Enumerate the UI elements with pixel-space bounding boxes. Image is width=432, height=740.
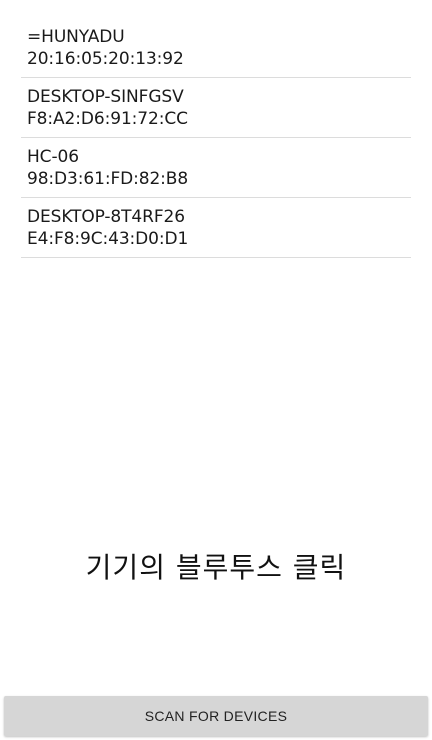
device-address: 98:D3:61:FD:82:B8 — [27, 169, 189, 189]
scan-for-devices-button[interactable]: SCAN FOR DEVICES — [4, 696, 428, 736]
device-list-item[interactable]: DESKTOP-SINFGSV F8:A2:D6:91:72:CC — [21, 78, 411, 138]
device-name: DESKTOP-SINFGSV — [27, 87, 184, 107]
device-address: 20:16:05:20:13:92 — [27, 49, 184, 69]
device-name: =HUNYADU — [27, 27, 125, 47]
device-name: HC-06 — [27, 147, 79, 167]
bluetooth-prompt-text: 기기의 블루투스 클릭 — [85, 551, 347, 584]
device-list-item[interactable]: DESKTOP-8T4RF26 E4:F8:9C:43:D0:D1 — [21, 198, 411, 258]
device-list-item[interactable]: HC-06 98:D3:61:FD:82:B8 — [21, 138, 411, 198]
device-list-item[interactable]: =HUNYADU 20:16:05:20:13:92 — [21, 18, 411, 78]
device-address: F8:A2:D6:91:72:CC — [27, 109, 188, 129]
device-name: DESKTOP-8T4RF26 — [27, 207, 185, 227]
device-address: E4:F8:9C:43:D0:D1 — [27, 229, 189, 249]
device-list: =HUNYADU 20:16:05:20:13:92 DESKTOP-SINFG… — [21, 18, 411, 258]
